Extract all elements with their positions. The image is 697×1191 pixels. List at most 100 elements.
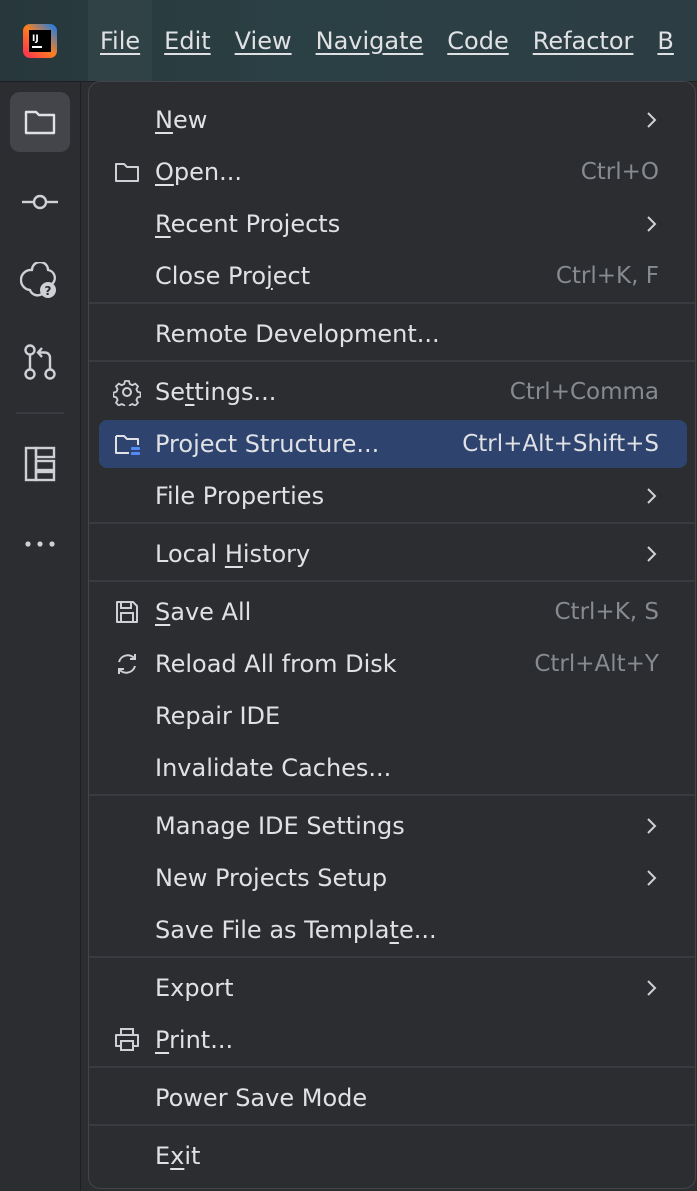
menu-view-label: View	[234, 26, 292, 55]
menu-item-remote-development[interactable]: Remote Development...	[99, 310, 687, 358]
chevron-right-icon	[647, 488, 657, 504]
menu-item-label: Power Save Mode	[155, 1084, 368, 1112]
menu-build-label: B	[657, 26, 674, 55]
project-folder-icon	[24, 110, 56, 135]
menu-refactor[interactable]: Refactor	[521, 0, 646, 81]
menu-file-label: File	[100, 26, 141, 55]
menu-separator	[89, 302, 695, 304]
menu-item-label: New	[155, 106, 208, 134]
menu-item-shortcut: Ctrl+K, F	[555, 263, 659, 289]
menu-separator	[89, 580, 695, 582]
menu-item-shortcut: Ctrl+Alt+Y	[534, 651, 659, 677]
tool-window-strip: ?	[0, 82, 81, 1191]
menu-item-save-all[interactable]: Save All Ctrl+K, S	[99, 588, 687, 636]
menu-item-project-structure[interactable]: Project Structure... Ctrl+Alt+Shift+S	[99, 420, 687, 468]
gear-icon	[113, 380, 141, 406]
menu-item-invalidate-caches[interactable]: Invalidate Caches...	[99, 744, 687, 792]
menu-separator	[89, 1124, 695, 1126]
svg-text:IJ: IJ	[32, 34, 39, 44]
menu-item-manage-ide-settings[interactable]: Manage IDE Settings	[99, 802, 687, 850]
menu-item-new-projects-setup[interactable]: New Projects Setup	[99, 854, 687, 902]
menu-item-label: Save All	[155, 598, 252, 626]
menu-code[interactable]: Code	[435, 0, 520, 81]
menu-separator	[89, 794, 695, 796]
tool-strip-separator	[16, 412, 64, 414]
menu-item-label: New Projects Setup	[155, 864, 388, 892]
menu-item-label: Local History	[155, 540, 311, 568]
file-menu-dropdown: New Open... Ctrl+O Recent Projects Close…	[88, 81, 696, 1189]
chevron-right-icon	[647, 216, 657, 232]
menu-refactor-label: Refactor	[532, 26, 634, 55]
menu-item-recent-projects[interactable]: Recent Projects	[99, 200, 687, 248]
chevron-right-icon	[647, 818, 657, 834]
structure-icon	[24, 446, 56, 482]
menu-item-power-save-mode[interactable]: Power Save Mode	[99, 1074, 687, 1122]
menu-file[interactable]: File	[88, 0, 153, 81]
menu-item-label: Reload All from Disk	[155, 650, 397, 678]
more-icon	[25, 541, 55, 547]
folder-icon	[115, 163, 139, 182]
menu-item-label: Exit	[155, 1142, 201, 1170]
menu-item-open[interactable]: Open... Ctrl+O	[99, 148, 687, 196]
project-structure-icon	[115, 435, 140, 455]
commit-tool-button[interactable]	[10, 172, 70, 232]
menu-item-label: Print...	[155, 1026, 234, 1054]
menu-separator	[89, 956, 695, 958]
ai-assistant-icon: ?	[20, 262, 56, 298]
more-tool-button[interactable]	[10, 514, 70, 574]
menu-item-reload-all[interactable]: Reload All from Disk Ctrl+Alt+Y	[99, 640, 687, 688]
printer-icon	[115, 1028, 139, 1051]
menu-separator	[89, 1066, 695, 1068]
chevron-right-icon	[647, 546, 657, 562]
menu-item-close-project[interactable]: Close Project Ctrl+K, F	[99, 252, 687, 300]
menu-item-new[interactable]: New	[99, 96, 687, 144]
menu-item-save-file-as-template[interactable]: Save File as Template...	[99, 906, 687, 954]
menu-item-shortcut: Ctrl+Alt+Shift+S	[462, 431, 659, 457]
commit-icon	[22, 194, 58, 210]
menu-item-repair-ide[interactable]: Repair IDE	[99, 692, 687, 740]
chevron-right-icon	[647, 112, 657, 128]
save-icon	[116, 601, 138, 623]
menu-item-label: Recent Projects	[155, 210, 341, 238]
menu-item-local-history[interactable]: Local History	[99, 530, 687, 578]
menu-item-label: Settings...	[155, 378, 277, 406]
menu-item-label: Export	[155, 974, 234, 1002]
menu-bar: File Edit View Navigate Code Refactor B	[88, 0, 686, 81]
menu-item-shortcut: Ctrl+K, S	[554, 599, 660, 625]
menu-separator	[89, 522, 695, 524]
menu-item-shortcut: Ctrl+Comma	[509, 379, 659, 405]
pull-requests-tool-button[interactable]	[10, 332, 70, 392]
pull-requests-icon	[24, 344, 56, 380]
menu-item-export[interactable]: Export	[99, 964, 687, 1012]
menu-item-print[interactable]: Print...	[99, 1016, 687, 1064]
menu-item-label: Repair IDE	[155, 702, 281, 730]
menu-edit[interactable]: Edit	[152, 0, 222, 81]
menu-item-exit[interactable]: Exit	[99, 1132, 687, 1180]
menu-item-settings[interactable]: Settings... Ctrl+Comma	[99, 368, 687, 416]
reload-icon	[118, 654, 136, 674]
menu-item-label: Manage IDE Settings	[155, 812, 405, 840]
intellij-logo-icon[interactable]: IJ	[23, 24, 57, 58]
chevron-right-icon	[647, 980, 657, 996]
menu-navigate-label: Navigate	[315, 26, 424, 55]
title-bar: IJ File Edit View Navigate Code Refactor…	[0, 0, 697, 82]
menu-item-label: Open...	[155, 158, 242, 186]
menu-item-label: Project Structure...	[155, 430, 380, 458]
chevron-right-icon	[647, 870, 657, 886]
menu-item-label: Remote Development...	[155, 320, 440, 348]
project-tool-button[interactable]	[10, 92, 70, 152]
structure-tool-button[interactable]	[10, 434, 70, 494]
menu-item-shortcut: Ctrl+O	[580, 159, 659, 185]
menu-navigate[interactable]: Navigate	[304, 0, 436, 81]
menu-item-label: File Properties	[155, 482, 325, 510]
menu-item-label: Invalidate Caches...	[155, 754, 392, 782]
menu-code-label: Code	[447, 26, 509, 55]
svg-text:?: ?	[45, 284, 52, 298]
ai-assistant-tool-button[interactable]: ?	[10, 252, 70, 312]
menu-view[interactable]: View	[223, 0, 304, 81]
menu-item-file-properties[interactable]: File Properties	[99, 472, 687, 520]
menu-edit-label: Edit	[164, 26, 211, 55]
menu-item-label: Save File as Template...	[155, 916, 437, 944]
menu-item-label: Close Project	[155, 262, 311, 290]
menu-build[interactable]: B	[645, 0, 685, 81]
